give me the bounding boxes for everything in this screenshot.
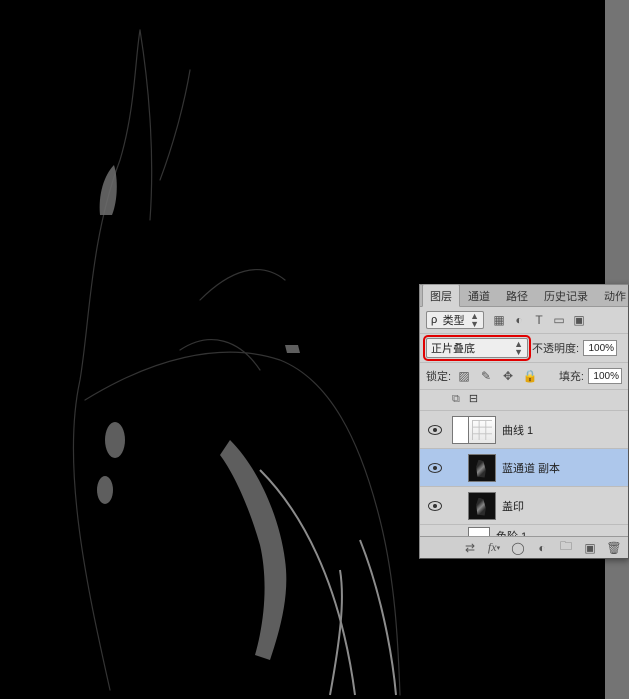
layer-thumbnail bbox=[452, 415, 496, 445]
trash-button[interactable]: 🗑 bbox=[604, 539, 624, 557]
filter-label: 类型 bbox=[443, 312, 465, 328]
blend-opacity-row: 正片叠底 ▲▼ 不透明度: bbox=[420, 334, 628, 363]
tab-channels[interactable]: 通道 bbox=[460, 284, 498, 306]
filter-type-icon[interactable]: T bbox=[530, 311, 548, 329]
layer-name: 蓝通道 副本 bbox=[502, 460, 560, 476]
layer-filter-row: ρ 类型 ▲▼ ▦ ◐ T ▭ ▣ bbox=[420, 307, 628, 334]
layer-name: 盖印 bbox=[502, 498, 524, 514]
fill-label: 填充: bbox=[559, 368, 584, 384]
filter-adjust-icon[interactable]: ◐ bbox=[510, 311, 528, 329]
layers-footer: ⇄ fx▾ ◯ ◐ 🗀 ▣ 🗑 bbox=[420, 536, 628, 558]
link-icon: ⧉ bbox=[452, 393, 460, 405]
visibility-toggle[interactable] bbox=[424, 501, 446, 511]
layer-row-levels[interactable]: 色阶 1 bbox=[420, 525, 628, 536]
layer-thumbnail bbox=[468, 527, 490, 537]
panel-tab-bar: 图层 通道 路径 历史记录 动作 bbox=[420, 285, 628, 307]
lock-fill-row: 锁定: ▨ ✎ ✥ 🔒 填充: bbox=[420, 363, 628, 390]
blend-mode-value: 正片叠底 bbox=[431, 340, 475, 356]
chevron-updown-icon: ▲▼ bbox=[470, 312, 479, 328]
blend-mode-select[interactable]: 正片叠底 ▲▼ bbox=[426, 338, 528, 358]
layer-name: 曲线 1 bbox=[502, 422, 533, 438]
visibility-toggle[interactable] bbox=[424, 463, 446, 473]
mask-button[interactable]: ◯ bbox=[508, 539, 528, 557]
filter-pixel-icon[interactable]: ▦ bbox=[490, 311, 508, 329]
lock-label: 锁定: bbox=[426, 368, 451, 384]
tab-paths[interactable]: 路径 bbox=[498, 284, 536, 306]
lock-position-icon[interactable]: ✥ bbox=[499, 367, 517, 385]
lock-transparent-icon[interactable]: ▨ bbox=[455, 367, 473, 385]
eye-icon bbox=[428, 425, 442, 435]
link-indicator: ⊟ bbox=[469, 393, 478, 405]
layer-row-stamp[interactable]: 盖印 bbox=[420, 487, 628, 525]
layers-list: 曲线 1 蓝通道 副本 盖印 色阶 1 bbox=[420, 411, 628, 536]
layer-thumbnail bbox=[468, 492, 496, 520]
visibility-toggle[interactable] bbox=[424, 425, 446, 435]
eye-icon bbox=[428, 463, 442, 473]
lock-all-icon[interactable]: 🔒 bbox=[521, 367, 539, 385]
filter-prefix: ρ bbox=[431, 314, 437, 326]
eye-icon bbox=[428, 501, 442, 511]
group-button[interactable]: 🗀 bbox=[556, 539, 576, 557]
new-layer-button[interactable]: ▣ bbox=[580, 539, 600, 557]
lock-pixels-icon[interactable]: ✎ bbox=[477, 367, 495, 385]
link-layers-button[interactable]: ⇄ bbox=[460, 539, 480, 557]
layers-panel: 图层 通道 路径 历史记录 动作 ρ 类型 ▲▼ ▦ ◐ T ▭ ▣ 正片叠底 … bbox=[419, 284, 629, 559]
opacity-input[interactable] bbox=[583, 340, 617, 356]
fill-input[interactable] bbox=[588, 368, 622, 384]
filter-type-select[interactable]: ρ 类型 ▲▼ bbox=[426, 311, 484, 329]
fx-button[interactable]: fx▾ bbox=[484, 539, 504, 557]
tab-layers[interactable]: 图层 bbox=[422, 284, 460, 307]
layer-name: 色阶 1 bbox=[496, 528, 527, 537]
opacity-label: 不透明度: bbox=[532, 340, 579, 356]
tab-actions[interactable]: 动作 bbox=[596, 284, 629, 306]
layer-row-curves[interactable]: 曲线 1 bbox=[420, 411, 628, 449]
layer-thumbnail bbox=[468, 454, 496, 482]
filter-shape-icon[interactable]: ▭ bbox=[550, 311, 568, 329]
filter-smart-icon[interactable]: ▣ bbox=[570, 311, 588, 329]
tab-history[interactable]: 历史记录 bbox=[536, 284, 596, 306]
layer-row-blue-copy[interactable]: 蓝通道 副本 bbox=[420, 449, 628, 487]
chevron-updown-icon: ▲▼ bbox=[514, 340, 523, 356]
adjustment-button[interactable]: ◐ bbox=[532, 539, 552, 557]
pass-through-row: ⧉ ⊟ bbox=[420, 390, 628, 411]
